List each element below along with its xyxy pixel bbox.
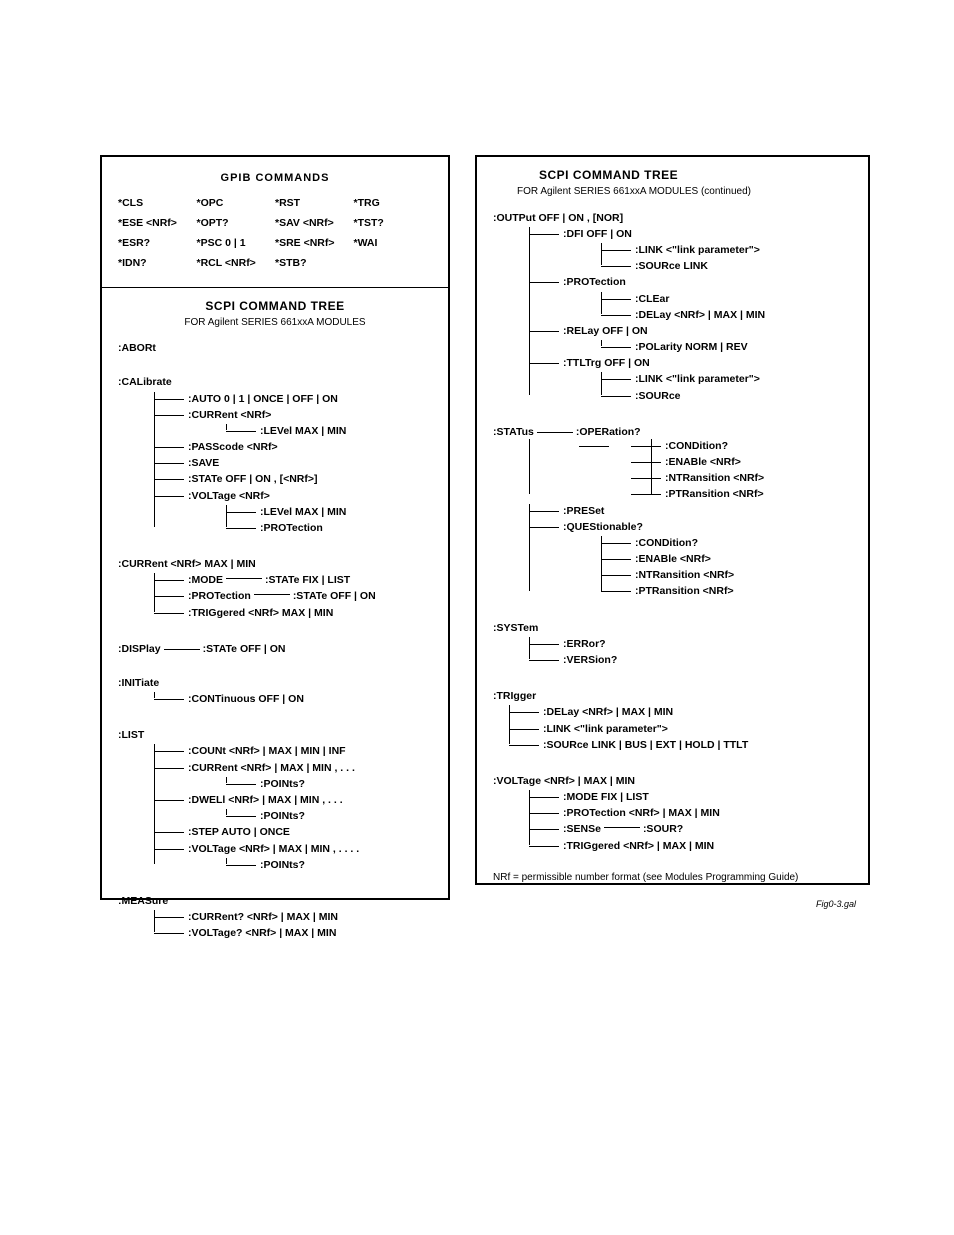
out-prot-delay: :DELay <NRf> | MAX | MIN: [613, 308, 856, 322]
out-prot-clear: :CLEar: [613, 292, 856, 306]
sys-error: :ERRor?: [541, 637, 856, 651]
gpib-cmd: *WAI: [354, 236, 433, 250]
gpib-grid: *CLS *OPC *RST *TRG *ESE <NRf> *OPT? *SA…: [114, 196, 436, 281]
cal-volt-level: :LEVel MAX | MIN: [238, 505, 436, 519]
abort-root: :ABORt: [118, 341, 436, 355]
sys-version: :VERSion?: [541, 653, 856, 667]
trig-delay: :DELay <NRf> | MAX | MIN: [521, 705, 856, 719]
voltage-root: :VOLTage <NRf> | MAX | MIN: [493, 774, 856, 788]
trig-source: :SOURce LINK | BUS | EXT | HOLD | TTLT: [521, 738, 856, 752]
list-cur-points: :POINts?: [238, 777, 436, 791]
gpib-cmd: *CLS: [118, 196, 197, 210]
scpi-sub-right: FOR Agilent SERIES 661xxA MODULES (conti…: [517, 185, 856, 199]
gpib-cmd: *PSC 0 | 1: [197, 236, 276, 250]
volt-trig: :TRIGgered <NRf> | MAX | MIN: [541, 839, 856, 853]
stat-q-enable: :ENABle <NRf>: [613, 552, 856, 566]
scpi-tree-right: :OUTPut OFF | ON , [NOR] :DFI OFF | ON :…: [489, 211, 856, 911]
gpib-cmd: *STB?: [275, 256, 354, 270]
display-state: :STATe OFF | ON: [203, 642, 286, 656]
list-current: :CURRent <NRf> | MAX | MIN , . . . :POIN…: [166, 761, 436, 791]
gpib-cmd: *OPC: [197, 196, 276, 210]
scpi-title-right: SCPI COMMAND TREE: [539, 167, 856, 183]
gpib-cmd: *IDN?: [118, 256, 197, 270]
gpib-cmd: *RCL <NRf>: [197, 256, 276, 270]
out-dfi-source: :SOURce LINK: [613, 259, 856, 273]
cal-auto: :AUTO 0 | 1 | ONCE | OFF | ON: [166, 392, 436, 406]
gpib-cmd: *ESE <NRf>: [118, 216, 197, 230]
figure-ref: Fig0-3.gal: [493, 898, 856, 910]
volt-sense: :SENSe:SOUR?: [541, 822, 856, 836]
stat-op-ntr: :NTRansition <NRf>: [643, 471, 856, 485]
stat-q-cond: :CONDition?: [613, 536, 856, 550]
footnote: NRf = permissible number format (see Mod…: [493, 871, 856, 885]
cal-voltage: :VOLTage <NRf> :LEVel MAX | MIN :PROTect…: [166, 489, 436, 536]
init-cont: :CONTinuous OFF | ON: [166, 692, 436, 706]
scpi-tree-left: :ABORt :CALibrate :AUTO 0 | 1 | ONCE | O…: [114, 341, 436, 940]
cal-current-level: :LEVel MAX | MIN: [238, 424, 436, 438]
stat-op-ptr: :PTRansition <NRf>: [643, 487, 856, 501]
gpib-cmd: *TST?: [354, 216, 433, 230]
cal-save: :SAVE: [166, 456, 436, 470]
meas-voltage: :VOLTage? <NRf> | MAX | MIN: [166, 926, 436, 940]
cur-trig: :TRIGgered <NRf> MAX | MIN: [166, 606, 436, 620]
measure-root: :MEASure: [118, 894, 168, 908]
divider: [102, 287, 448, 288]
right-panel: SCPI COMMAND TREE FOR Agilent SERIES 661…: [475, 155, 870, 885]
cur-mode: :MODE:STATe FIX | LIST: [166, 573, 436, 587]
status-oper: :OPERation?: [576, 425, 641, 439]
gpib-cmd: *ESR?: [118, 236, 197, 250]
cal-passcode: :PASScode <NRf>: [166, 440, 436, 454]
gpib-cmd: *SAV <NRf>: [275, 216, 354, 230]
cal-volt-prot: :PROTection: [238, 521, 436, 535]
gpib-cmd: *SRE <NRf>: [275, 236, 354, 250]
list-volt-points: :POINts?: [238, 858, 436, 872]
stat-quest: :QUEStionable? :CONDition? :ENABle <NRf>…: [541, 520, 856, 599]
stat-q-ntr: :NTRansition <NRf>: [613, 568, 856, 582]
cal-current: :CURRent <NRf> :LEVel MAX | MIN: [166, 408, 436, 438]
stat-op-enable: :ENABle <NRf>: [643, 455, 856, 469]
list-dwell-points: :POINts?: [238, 809, 436, 823]
left-panel: GPIB COMMANDS *CLS *OPC *RST *TRG *ESE <…: [100, 155, 450, 900]
meas-current: :CURRent? <NRf> | MAX | MIN: [166, 910, 436, 924]
system-root: :SYSTem: [493, 621, 538, 635]
current-root: :CURRent <NRf> MAX | MIN: [118, 557, 436, 571]
initiate-root: :INITiate: [118, 676, 436, 690]
out-ttltrg: :TTLTrg OFF | ON :LINK <"link parameter"…: [541, 356, 856, 403]
stat-q-ptr: :PTRansition <NRf>: [613, 584, 856, 598]
out-ttl-link: :LINK <"link parameter">: [613, 372, 856, 386]
trig-link: :LINK <"link parameter">: [521, 722, 856, 736]
list-root: :LIST: [118, 728, 144, 742]
gpib-cmd: *TRG: [354, 196, 433, 210]
list-voltage: :VOLTage <NRf> | MAX | MIN , . . . . :PO…: [166, 842, 436, 872]
out-relay: :RELay OFF | ON :POLarity NORM | REV: [541, 324, 856, 354]
scpi-sub-left: FOR Agilent SERIES 661xxA MODULES: [114, 316, 436, 330]
status-root: :STATus: [493, 425, 534, 439]
out-ttl-source: :SOURce: [613, 389, 856, 403]
out-relay-pol: :POLarity NORM | REV: [613, 340, 856, 354]
out-dfi-link: :LINK <"link parameter">: [613, 243, 856, 257]
stat-preset: :PRESet: [541, 504, 856, 518]
trigger-root: :TRIgger: [493, 689, 856, 703]
output-root: :OUTPut OFF | ON , [NOR]: [493, 211, 856, 225]
list-count: :COUNt <NRf> | MAX | MIN | INF: [166, 744, 436, 758]
scpi-title-left: SCPI COMMAND TREE: [114, 298, 436, 314]
gpib-cmd: [354, 256, 433, 270]
calibrate-root: :CALibrate: [118, 375, 172, 389]
out-prot: :PROTection :CLEar :DELay <NRf> | MAX | …: [541, 275, 856, 322]
out-dfi: :DFI OFF | ON :LINK <"link parameter"> :…: [541, 227, 856, 274]
gpib-title: GPIB COMMANDS: [114, 171, 436, 186]
list-dwell: :DWELl <NRf> | MAX | MIN , . . . :POINts…: [166, 793, 436, 823]
gpib-cmd: *RST: [275, 196, 354, 210]
display-root: :DISPlay: [118, 642, 161, 656]
stat-op-cond: :CONDition?: [643, 439, 856, 453]
list-step: :STEP AUTO | ONCE: [166, 825, 436, 839]
gpib-cmd: *OPT?: [197, 216, 276, 230]
cal-state: :STATe OFF | ON , [<NRf>]: [166, 472, 436, 486]
volt-prot: :PROTection <NRf> | MAX | MIN: [541, 806, 856, 820]
volt-mode: :MODE FIX | LIST: [541, 790, 856, 804]
cur-prot: :PROTection:STATe OFF | ON: [166, 589, 436, 603]
